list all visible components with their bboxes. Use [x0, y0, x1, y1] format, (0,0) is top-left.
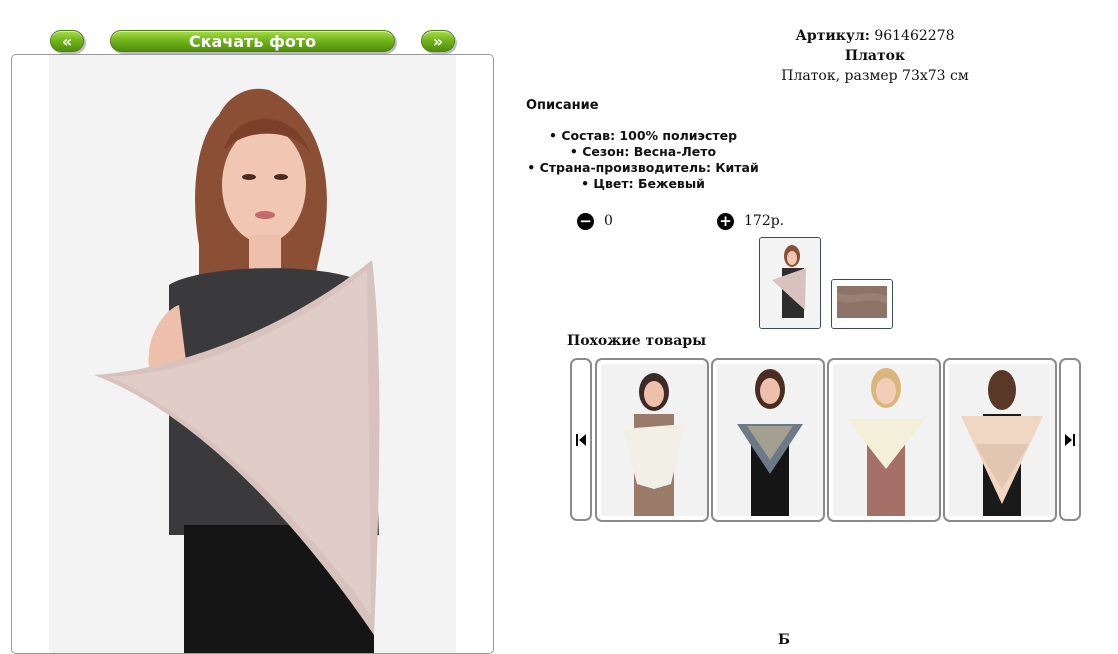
- product-info: Артикул: 961462278 Платок Платок, размер…: [560, 26, 1118, 86]
- similar-item-blue-pattern[interactable]: [711, 358, 825, 522]
- description-title: Описание: [526, 98, 599, 113]
- footer-cut-text: Б: [778, 632, 790, 648]
- quantity-control: − 0: [577, 212, 613, 230]
- spec-item: • Состав: 100% полиэстер: [548, 128, 738, 143]
- quantity-value: 0: [604, 213, 613, 229]
- minus-circle-icon[interactable]: −: [577, 212, 594, 230]
- skip-forward-icon: [1065, 433, 1075, 446]
- previous-photo-button[interactable]: «: [50, 30, 84, 52]
- skip-back-icon: [576, 433, 586, 446]
- similar-item-white-lace[interactable]: [595, 358, 709, 522]
- carousel-next-button[interactable]: [1059, 358, 1081, 521]
- article-number: 961462278: [874, 28, 955, 44]
- price-control: + 172р.: [717, 212, 784, 230]
- similar-products-title: Похожие товары: [567, 333, 707, 349]
- main-photo-frame: [11, 54, 494, 654]
- specs-list: • Состав: 100% полиэстер • Сезон: Весна-…: [523, 128, 763, 192]
- article-label: Артикул:: [795, 28, 870, 44]
- next-photo-button[interactable]: »: [421, 30, 455, 52]
- similar-item-cream-back[interactable]: [943, 358, 1057, 522]
- spec-item: • Сезон: Весна-Лето: [569, 144, 717, 159]
- product-subtitle: Платок, размер 73х73 см: [781, 68, 969, 84]
- main-product-photo[interactable]: [49, 55, 456, 654]
- price-value: 172р.: [744, 213, 785, 229]
- spec-item: • Цвет: Бежевый: [581, 176, 705, 191]
- thumbnail-woman-scarf[interactable]: [759, 237, 821, 329]
- thumbnail-fabric[interactable]: [831, 279, 893, 329]
- plus-circle-icon[interactable]: +: [717, 212, 734, 230]
- spec-item: • Страна-производитель: Китай: [527, 160, 759, 175]
- product-name: Платок: [844, 48, 906, 64]
- carousel-prev-button[interactable]: [570, 358, 592, 521]
- download-photo-button[interactable]: Скачать фото: [110, 30, 395, 52]
- similar-item-cream-front[interactable]: [827, 358, 941, 522]
